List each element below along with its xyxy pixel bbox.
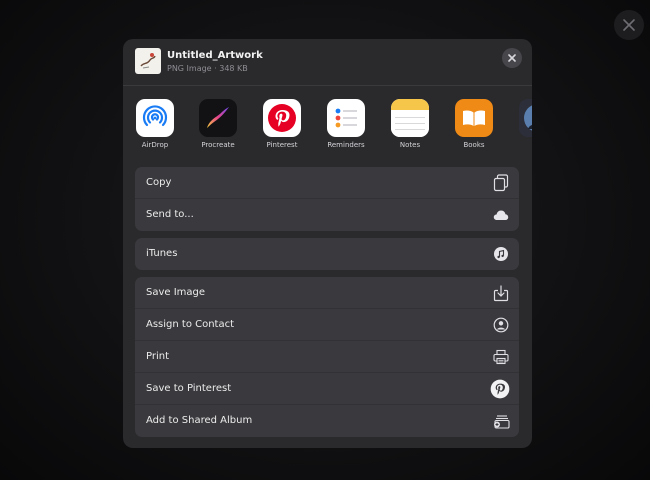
procreate-icon [199,99,237,137]
app-label: Notes [399,141,421,149]
action-send-to[interactable]: Send to... [135,199,519,231]
reminders-icon [327,99,365,137]
action-group-copy: Copy Send to... [135,167,519,231]
action-print[interactable]: Print [135,341,519,373]
partial-app-icon [519,99,532,137]
app-label: Books [463,141,485,149]
share-app-reminders[interactable]: Reminders [318,99,374,149]
save-download-icon [492,284,510,302]
cloud-icon [492,206,510,224]
action-label: iTunes [146,248,178,259]
action-label: Send to... [146,209,194,220]
app-label: Reminders [327,141,365,149]
airdrop-icon [136,99,174,137]
action-itunes[interactable]: iTunes [135,238,519,270]
action-copy[interactable]: Copy [135,167,519,199]
share-app-airdrop[interactable]: AirDrop [127,99,183,149]
action-label: Save Image [146,287,206,298]
share-app-pinterest[interactable]: Pinterest [254,99,310,149]
notes-icon [391,99,429,137]
pinterest-icon [490,379,510,399]
action-save-image[interactable]: Save Image [135,277,519,309]
action-group-itunes: iTunes [135,238,519,270]
music-note-icon [492,245,510,263]
action-label: Print [146,351,170,362]
shared-album-icon [492,412,510,430]
action-label: Assign to Contact [146,319,235,330]
books-icon [455,99,493,137]
close-icon [508,54,516,62]
share-app-partial[interactable]: K [510,99,532,149]
action-assign-to-contact[interactable]: Assign to Contact [135,309,519,341]
share-app-notes[interactable]: Notes [382,99,438,149]
action-label: Add to Shared Album [146,415,253,426]
file-title: Untitled_Artwork [167,50,263,61]
close-share-sheet-button[interactable] [502,48,522,68]
share-sheet-header: Untitled_Artwork PNG Image · 348 KB [123,39,532,86]
app-label: AirDrop [141,141,169,149]
share-app-row: AirDrop Procreate Pinterest Reminders No… [123,86,532,158]
close-overlay-button[interactable] [614,10,644,40]
action-add-to-shared-album[interactable]: Add to Shared Album [135,405,519,437]
pinterest-icon [263,99,301,137]
share-app-books[interactable]: Books [446,99,502,149]
screen-backdrop: Untitled_Artwork PNG Image · 348 KB AirD… [0,0,650,480]
share-app-procreate[interactable]: Procreate [190,99,246,149]
action-group-save: Save Image Assign to Contact Print Save … [135,277,519,437]
action-label: Save to Pinterest [146,383,232,394]
file-meta: PNG Image · 348 KB [167,64,248,73]
action-save-to-pinterest[interactable]: Save to Pinterest [135,373,519,405]
app-label: Procreate [201,141,235,149]
artwork-thumbnail [135,48,161,74]
share-sheet: Untitled_Artwork PNG Image · 348 KB AirD… [123,39,532,448]
copy-icon [492,174,510,192]
app-label: K [510,141,532,149]
action-label: Copy [146,177,172,188]
app-label: Pinterest [266,141,298,149]
printer-icon [492,348,510,366]
close-icon [623,19,635,31]
contact-person-icon [492,316,510,334]
